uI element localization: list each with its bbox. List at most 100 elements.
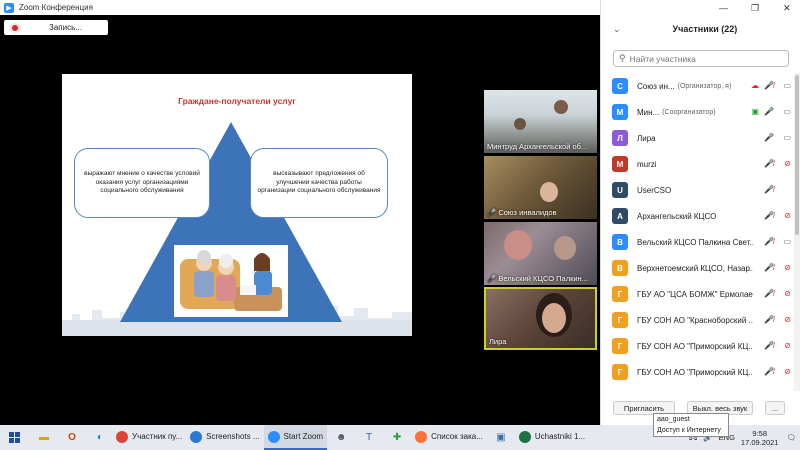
avatar: U <box>612 182 628 198</box>
clock-date: 17.09.2021 <box>740 437 779 447</box>
video-tile[interactable]: 🎤̸ Союз инвалидов <box>484 156 597 219</box>
avatar: Г <box>612 364 628 380</box>
office-icon[interactable]: O <box>64 430 80 446</box>
mic-muted-icon[interactable]: 🎤̸ <box>764 367 774 376</box>
file-explorer-icon[interactable]: ▬ <box>36 430 52 446</box>
avatar: В <box>612 260 628 276</box>
participant-name: ГБУ СОН АО "Приморский КЦ... <box>637 367 753 377</box>
teams-icon[interactable]: T <box>361 429 377 445</box>
scrollbar-thumb[interactable] <box>795 75 799 235</box>
taskbar-app[interactable]: Участник пу... <box>112 425 186 450</box>
participant-name: murzi <box>637 159 657 169</box>
avatar: В <box>612 234 628 250</box>
participant-name: ГБУ СОН АО "Красноборский ... <box>637 315 753 325</box>
participant-name: ГБУ СОН АО "Приморский КЦ... <box>637 341 753 351</box>
participant-row[interactable]: Г ГБУ СОН АО "Красноборский ... 🎤̸ ⊘ <box>601 307 800 333</box>
participant-list: С Союз ин... (Организатор, я) ☁ 🎤̸ ▭ М Мин... (С… <box>601 73 800 391</box>
recording-label: Запись... <box>49 23 82 32</box>
participant-name: Архангельский КЦСО <box>637 211 717 221</box>
participant-row[interactable]: Г ГБУ СОН АО "Приморский КЦ... 🎤̸ ⊘ <box>601 359 800 385</box>
mic-muted-icon[interactable]: 🎤̸ <box>764 341 774 350</box>
camera-icon[interactable]: ▭ <box>783 81 791 90</box>
clock[interactable]: 9:58 17.09.2021 <box>741 429 779 447</box>
list-scrollbar[interactable] <box>794 73 800 391</box>
app-icon[interactable]: ☻ <box>333 429 349 445</box>
edge-icon[interactable]: ◐ <box>92 430 108 446</box>
mic-muted-icon[interactable]: 🎤̸ <box>764 81 774 90</box>
slide-right-text: высказывают предложения об улучшении кач… <box>257 170 381 195</box>
video-tile[interactable]: Минтруд Архангельской об... <box>484 90 597 153</box>
participant-row[interactable]: М Мин... (Соорганизатор) ▣ 🎤 ▭ <box>601 99 800 125</box>
mic-muted-icon[interactable]: 🎤̸ <box>764 237 774 246</box>
camera-off-icon[interactable]: ⊘ <box>784 159 791 168</box>
avatar: Л <box>612 130 628 146</box>
mic-icon[interactable]: 🎤 <box>764 107 774 116</box>
avatar: С <box>612 78 628 94</box>
mic-muted-icon[interactable]: 🎤̸ <box>764 185 774 194</box>
share-screen-icon: ▣ <box>751 107 759 116</box>
remote-desktop-icon[interactable]: ▣ <box>493 429 509 445</box>
participant-row[interactable]: Mmurzi 🎤̸ ⊘ <box>601 151 800 177</box>
more-button[interactable]: ... <box>765 401 785 415</box>
participant-search[interactable]: ⚲ <box>613 50 789 67</box>
mic-muted-icon[interactable]: 🎤̸ <box>764 289 774 298</box>
participant-name: Мин... <box>637 107 660 117</box>
slide-title: Граждане-получатели услуг <box>178 96 296 106</box>
network-tooltip: aao_guest Доступ к Интернету <box>653 413 729 437</box>
camera-off-icon[interactable]: ⊘ <box>784 341 791 350</box>
participant-row[interactable]: В Вельский КЦСО Палкина Свет... 🎤̸ ▭ <box>601 229 800 255</box>
video-tile-name: Лира <box>489 337 507 346</box>
camera-icon[interactable]: ▭ <box>783 133 791 142</box>
video-tile-name-row: 🎤̸ Вельский КЦСО Палкин... <box>487 274 588 283</box>
recording-indicator[interactable]: Запись... <box>4 20 108 35</box>
participant-name: ГБУ АО "ЦСА БОМЖ" Ермолае... <box>637 289 753 299</box>
participant-row[interactable]: А Архангельский КЦСО 🎤̸ ⊘ <box>601 203 800 229</box>
participant-row[interactable]: Г ГБУ АО "ЦСА БОМЖ" Ермолае... 🎤̸ ⊘ <box>601 281 800 307</box>
participant-row[interactable]: U UserCSO 🎤̸ <box>601 177 800 203</box>
participant-row[interactable]: С Союз ин... (Организатор, я) ☁ 🎤̸ ▭ <box>601 73 800 99</box>
mic-icon[interactable]: 🎤 <box>764 133 774 142</box>
participant-row[interactable]: В Верхнетоемский КЦСО, Назар... 🎤̸ ⊘ <box>601 255 800 281</box>
participant-row[interactable]: Л Лира 🎤 ▭ <box>601 125 800 151</box>
camera-off-icon[interactable]: ⊘ <box>784 289 791 298</box>
avatar: А <box>612 208 628 224</box>
app-icon <box>518 430 531 443</box>
participant-name: Союз ин... <box>637 81 675 91</box>
minimize-icon[interactable]: — <box>719 3 728 13</box>
camera-off-icon[interactable]: ⊘ <box>784 211 791 220</box>
clock-time: 9:58 <box>752 428 767 438</box>
restore-icon[interactable]: ❐ <box>751 3 759 14</box>
taskbar-app-label: Список зака... <box>431 432 483 441</box>
participants-title: Участники (22) <box>672 24 738 34</box>
mic-muted-icon[interactable]: 🎤̸ <box>764 263 774 272</box>
chevron-down-icon[interactable]: ⌄ <box>613 24 621 35</box>
camera-icon[interactable]: ▭ <box>783 107 791 116</box>
mic-muted-icon: 🎤̸ <box>487 274 497 283</box>
video-tile[interactable]: 🎤̸ Вельский КЦСО Палкин... <box>484 222 597 285</box>
taskbar-app[interactable]: Uchastniki 1... <box>515 425 589 450</box>
taskbar-app-label: Uchastniki 1... <box>534 432 586 441</box>
taskbar-app[interactable]: Screenshots ... <box>186 425 263 450</box>
mic-muted-icon[interactable]: 🎤̸ <box>764 315 774 324</box>
camera-off-icon[interactable]: ⊘ <box>784 263 791 272</box>
mic-muted-icon[interactable]: 🎤̸ <box>764 211 774 220</box>
participant-name: Верхнетоемский КЦСО, Назар... <box>637 263 753 273</box>
camera-icon[interactable]: ▭ <box>783 237 791 246</box>
notifications-icon[interactable]: 🗨 <box>786 433 796 442</box>
participant-row[interactable]: Г ГБУ СОН АО "Приморский КЦ... 🎤̸ ⊘ <box>601 333 800 359</box>
windows-start-icon[interactable] <box>8 430 22 446</box>
video-tile-active-speaker[interactable]: Лира <box>484 287 597 350</box>
mic-muted-icon: 🎤̸ <box>487 208 497 217</box>
app-icon[interactable]: ✚ <box>389 429 405 445</box>
participants-header: ⌄ Участники (22) <box>601 22 800 36</box>
camera-off-icon[interactable]: ⊘ <box>784 367 791 376</box>
close-icon[interactable]: ✕ <box>783 3 791 14</box>
camera-off-icon[interactable]: ⊘ <box>784 315 791 324</box>
taskbar-app[interactable]: Список зака... <box>411 425 487 450</box>
slide-left-text: выражают мнение о качестве условий оказа… <box>84 170 200 195</box>
taskbar-app[interactable]: Start Zoom <box>263 425 328 450</box>
app-icon <box>415 430 428 443</box>
search-input[interactable] <box>629 53 780 64</box>
taskbar-app-label: Start Zoom <box>283 432 324 441</box>
mic-muted-icon[interactable]: 🎤̸ <box>764 159 774 168</box>
